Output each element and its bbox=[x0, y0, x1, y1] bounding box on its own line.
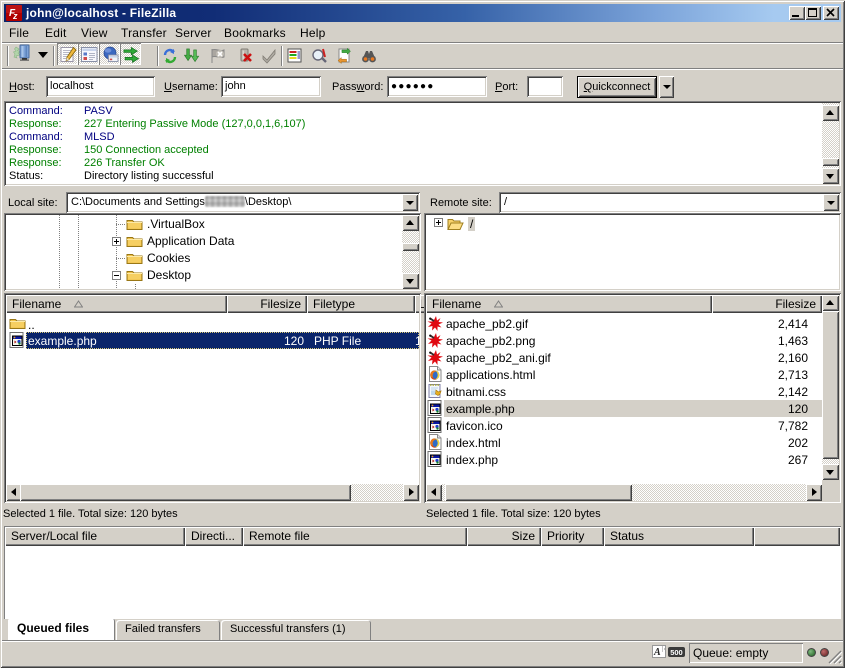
svg-text:A: A bbox=[653, 647, 661, 658]
svg-text:500: 500 bbox=[670, 648, 683, 657]
